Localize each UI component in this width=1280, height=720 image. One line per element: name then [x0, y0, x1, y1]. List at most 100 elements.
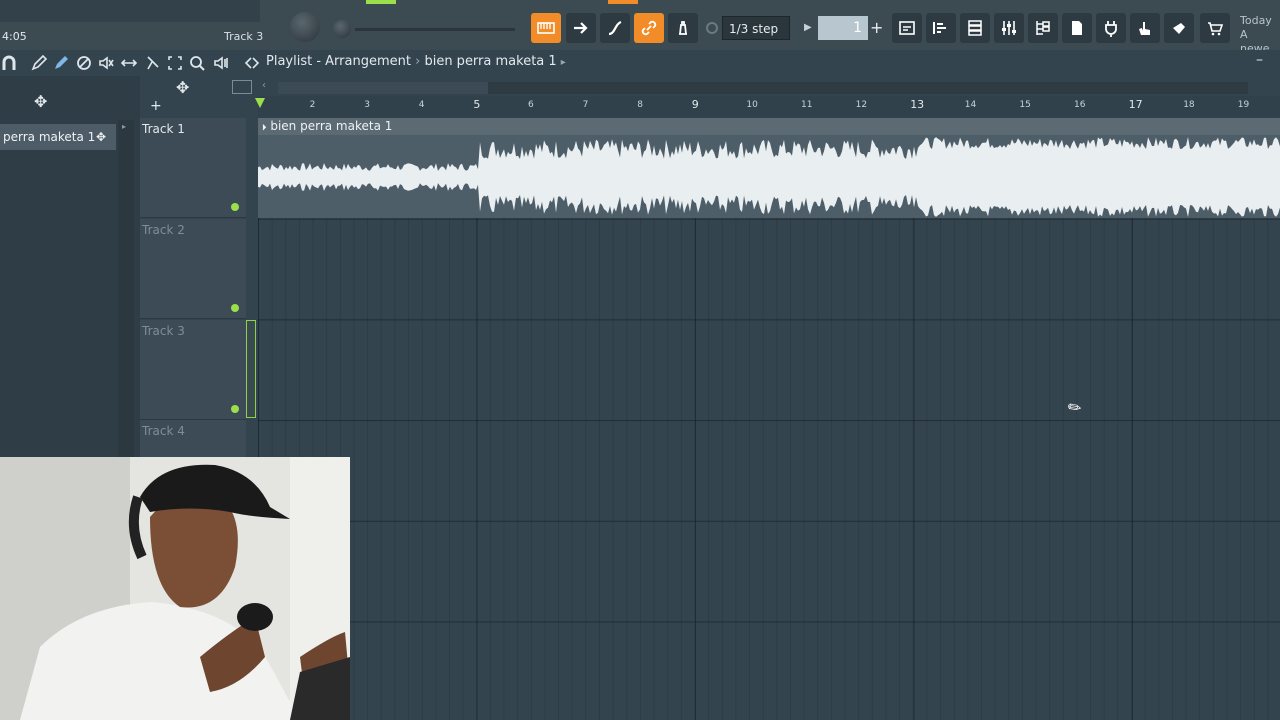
add-pattern-icon[interactable]: + [870, 18, 883, 37]
playlist-title: Playlist - Arrangement › bien perra make… [266, 54, 566, 69]
mixer-icon [1002, 21, 1016, 35]
track-3-selection-handle[interactable] [246, 320, 256, 418]
typing-keyboard-button[interactable] [531, 13, 561, 43]
audio-clip[interactable]: ⏵ bien perra maketa 1 [258, 118, 1280, 218]
ruler-bar-19[interactable]: 19 [1238, 100, 1249, 110]
ruler-bar-3[interactable]: 3 [364, 100, 370, 110]
document-icon [1072, 21, 1082, 35]
step-edit-button[interactable] [566, 13, 596, 43]
ruler-bar-10[interactable]: 10 [746, 100, 757, 110]
link-icon [641, 20, 657, 36]
waveform-shape [258, 137, 1280, 217]
delete-icon[interactable] [75, 54, 93, 72]
scroll-track[interactable] [488, 82, 1248, 94]
playhead-marker[interactable] [255, 98, 265, 108]
pattern-picker-icon[interactable]: ✥ [34, 92, 47, 111]
song-position-bar[interactable] [0, 0, 260, 22]
clip-header[interactable]: ⏵ bien perra maketa 1 [258, 118, 1280, 135]
play-indicator [366, 0, 396, 4]
browser-button[interactable] [1028, 13, 1058, 43]
metronome-button[interactable] [668, 13, 698, 43]
help-button[interactable] [1164, 13, 1194, 43]
ruler-bar-18[interactable]: 18 [1183, 100, 1194, 110]
track-led[interactable] [231, 405, 239, 413]
touch-controller-button[interactable] [1130, 13, 1160, 43]
hint-label: Track 3 [224, 30, 264, 43]
pattern-prev-icon[interactable]: ▶ [804, 22, 812, 33]
ruler-bar-7[interactable]: 7 [583, 100, 589, 110]
shop-button[interactable] [1200, 13, 1230, 43]
blend-notes-button[interactable] [600, 13, 630, 43]
pattern-number[interactable]: 1 [818, 16, 868, 40]
grid-toggle-icon[interactable] [232, 80, 252, 94]
clip-play-icon: ⏵ [262, 123, 267, 133]
zoom-icon[interactable] [188, 54, 206, 72]
ruler-bar-13[interactable]: 13 [910, 98, 924, 111]
ruler-bar-6[interactable]: 6 [528, 100, 534, 110]
mixer-button[interactable] [994, 13, 1024, 43]
ruler-bar-12[interactable]: 12 [856, 100, 867, 110]
ruler-bar-17[interactable]: 17 [1129, 98, 1143, 111]
ruler-bar-4[interactable]: 4 [419, 100, 425, 110]
horizontal-scrollbar[interactable] [278, 82, 488, 94]
track-header-2[interactable]: Track 2 [140, 219, 246, 319]
track-name[interactable]: Track 4 [142, 424, 185, 438]
playlist-toolbar: Playlist - Arrangement › bien perra make… [0, 50, 1280, 76]
ruler-bar-16[interactable]: 16 [1074, 100, 1085, 110]
breadcrumb-arrow: ▸ [560, 57, 566, 68]
browser-icon [1036, 21, 1050, 35]
shop-icon [1208, 22, 1224, 36]
webcam-overlay [0, 457, 350, 720]
pattern-list-item[interactable]: perra maketa 1 ✥ [0, 124, 116, 150]
pointer-icon [1173, 23, 1185, 34]
timeline-ruler[interactable]: 2 3 4 5 6 7 8 9 10 11 12 13 14 15 16 17 18 19 [258, 96, 1280, 118]
track-header-1[interactable]: Track 1 [140, 118, 246, 218]
plugin-icon [1105, 21, 1117, 37]
track-name[interactable]: Track 1 [142, 122, 185, 136]
track-led[interactable] [231, 203, 239, 211]
wait-input-icon[interactable] [706, 22, 718, 34]
project-info-button[interactable] [1062, 13, 1092, 43]
track-name[interactable]: Track 3 [142, 324, 185, 338]
tempo-slider[interactable] [355, 28, 515, 31]
playlist-pattern-name[interactable]: bien perra maketa 1 [424, 54, 556, 69]
ruler-bar-9[interactable]: 9 [692, 98, 699, 111]
playlist-menu-icon[interactable] [243, 54, 261, 72]
pattern-drag-icon[interactable]: ✥ [96, 124, 106, 150]
slice-icon[interactable] [144, 54, 162, 72]
playlist-mode: Playlist - Arrangement [266, 54, 411, 69]
playlist-window-button[interactable] [892, 13, 922, 43]
track-name[interactable]: Track 2 [142, 223, 185, 237]
ruler-bar-11[interactable]: 11 [801, 100, 812, 110]
select-icon[interactable] [166, 54, 184, 72]
channel-rack-icon [968, 20, 982, 36]
paint-icon[interactable] [52, 54, 70, 72]
track-header-3[interactable]: Track 3 [140, 320, 246, 420]
snap-selector[interactable]: 1/3 step [722, 16, 790, 40]
ruler-bar-5[interactable]: 5 [473, 98, 480, 111]
pencil-icon[interactable] [30, 54, 48, 72]
ruler-bar-15[interactable]: 15 [1019, 100, 1030, 110]
slip-icon[interactable] [120, 54, 138, 72]
track-led[interactable] [231, 304, 239, 312]
piano-roll-button[interactable] [926, 13, 956, 43]
minimize-icon[interactable]: – [1256, 52, 1263, 68]
scroll-left-icon[interactable]: ‹ [262, 80, 266, 91]
ruler-bar-8[interactable]: 8 [637, 100, 643, 110]
time-display: 4:05 [2, 30, 27, 43]
master-pitch-knob[interactable] [333, 20, 351, 38]
playback-icon[interactable] [212, 54, 230, 72]
plugin-picker-button[interactable] [1096, 13, 1126, 43]
webcam-person-image [0, 457, 350, 720]
track-options-icon[interactable]: ✥ [176, 78, 189, 97]
add-track-icon[interactable]: + [150, 98, 162, 114]
channel-rack-button[interactable] [960, 13, 990, 43]
ruler-bar-2[interactable]: 2 [310, 100, 316, 110]
multilink-button[interactable] [634, 13, 664, 43]
master-volume-knob[interactable] [290, 12, 320, 42]
mute-icon[interactable] [97, 54, 115, 72]
news-date: Today [1240, 14, 1272, 27]
splitter-arrow-icon[interactable]: ▸ [122, 122, 126, 131]
ruler-bar-14[interactable]: 14 [965, 100, 976, 110]
magnet-icon[interactable] [0, 54, 18, 72]
